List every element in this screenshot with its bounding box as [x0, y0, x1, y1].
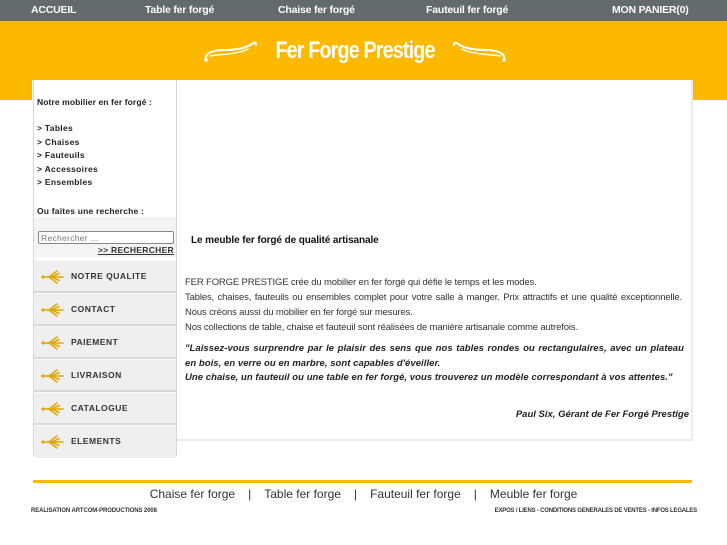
menu-item-catalogue[interactable]: CATALOGUE	[34, 392, 176, 425]
category-fauteuils[interactable]: > Fauteuils	[37, 150, 98, 164]
top-navigation: ACCUEIL Table fer forgé Chaise fer forgé…	[0, 0, 727, 21]
ornament-arrow-icon	[41, 303, 64, 317]
intro-line: Nos collections de table, chaise et faut…	[185, 322, 578, 333]
quote-signature: Paul Six, Gérant de Fer Forgé Prestige	[515, 409, 689, 420]
category-chaises[interactable]: > Chaises	[37, 137, 98, 151]
menu-item-label: LIVRAISON	[71, 370, 122, 380]
menu-item-paiement[interactable]: PAIEMENT	[34, 326, 176, 359]
search-label: Ou faites une recherche :	[37, 206, 145, 216]
nav-mon-panier[interactable]: MON PANIER(0)	[612, 4, 689, 16]
footer-separator: |	[353, 487, 358, 501]
ornament-arrow-icon	[41, 402, 64, 416]
nav-fauteuil-fer-forge[interactable]: Fauteuil fer forgé	[426, 4, 508, 16]
category-list: > Tables > Chaises > Fauteuils > Accesso…	[37, 123, 98, 191]
sidebar: Notre mobilier en fer forgé : > Tables >…	[33, 80, 177, 458]
site-logo[interactable]: Fer Forge Prestige	[190, 31, 520, 71]
nav-accueil[interactable]: ACCUEIL	[31, 4, 76, 16]
menu-item-label: CATALOGUE	[71, 403, 129, 413]
search-button[interactable]: >> RECHERCHER	[98, 245, 174, 255]
footer-link-fauteuil[interactable]: Fauteuil fer forge	[370, 487, 461, 501]
quote-line: Une chaise, un fauteuil ou une table en …	[185, 372, 673, 383]
footer-link-meuble[interactable]: Meuble fer forge	[490, 487, 577, 501]
intro-text: FER FORGE PRESTIGE crée du mobilier en f…	[185, 275, 682, 335]
menu-item-label: PAIEMENT	[71, 337, 119, 347]
menu-item-elements[interactable]: ELEMENTS	[34, 425, 176, 458]
sidebar-menu: NOTRE QUALITE CONTACT PAIEMENT LIVRAISON…	[34, 260, 176, 458]
footer-separator: |	[473, 487, 477, 501]
left-swirl-icon	[204, 41, 257, 62]
ornament-arrow-icon	[41, 270, 64, 284]
quote-line: "Laissez-vous surprendre par le plaisir …	[185, 343, 684, 369]
quote-text: "Laissez-vous surprendre par le plaisir …	[185, 342, 684, 386]
nav-chaise-fer-forge[interactable]: Chaise fer forgé	[278, 4, 355, 16]
menu-item-livraison[interactable]: LIVRAISON	[34, 359, 176, 392]
footer-legal-links: EXPOS / LIENS - CONDITIONS GENERALES DE …	[495, 508, 698, 514]
search-area: >> RECHERCHER	[34, 217, 176, 257]
sidebar-heading: Notre mobilier en fer forgé :	[37, 97, 152, 107]
ornament-arrow-icon	[41, 435, 64, 449]
footer-divider	[33, 480, 692, 483]
footer-link-expos-liens[interactable]: EXPOS / LIENS	[495, 508, 536, 514]
menu-item-label: ELEMENTS	[71, 436, 122, 446]
category-tables[interactable]: > Tables	[37, 123, 98, 137]
menu-item-notre-qualite[interactable]: NOTRE QUALITE	[34, 260, 176, 293]
footer-link-infos-legales[interactable]: INFOS LEGALES	[651, 508, 697, 514]
right-swirl-icon	[453, 41, 506, 62]
menu-item-label: NOTRE QUALITE	[71, 271, 147, 281]
footer-link-chaise[interactable]: Chaise fer forge	[150, 487, 235, 501]
footer-credit: REALISATION ARTCOM-PRODUCTIONS 2008	[31, 508, 157, 514]
site-title: Fer Forge Prestige	[275, 37, 435, 64]
ornament-arrow-icon	[41, 336, 64, 350]
menu-item-contact[interactable]: CONTACT	[34, 293, 176, 326]
footer-separator: |	[248, 487, 252, 501]
content-heading: Le meuble fer forgé de qualité artisanal…	[191, 235, 379, 246]
category-accessoires[interactable]: > Accessoires	[37, 164, 98, 178]
ornament-arrow-icon	[41, 369, 64, 383]
search-input[interactable]	[38, 231, 174, 244]
intro-line: Tables, chaises, fauteuils ou ensembles …	[185, 292, 682, 318]
menu-item-label: CONTACT	[71, 304, 116, 314]
nav-table-fer-forge[interactable]: Table fer forgé	[145, 4, 214, 16]
footer-link-table[interactable]: Table fer forge	[264, 487, 341, 501]
category-ensembles[interactable]: > Ensembles	[37, 177, 98, 191]
intro-line: FER FORGE PRESTIGE crée du mobilier en f…	[185, 277, 537, 288]
footer-link-cgv[interactable]: CONDITIONS GENERALES DE VENTES	[540, 508, 647, 514]
footer-links: Chaise fer forge | Table fer forge | Fauteui…	[0, 487, 727, 501]
